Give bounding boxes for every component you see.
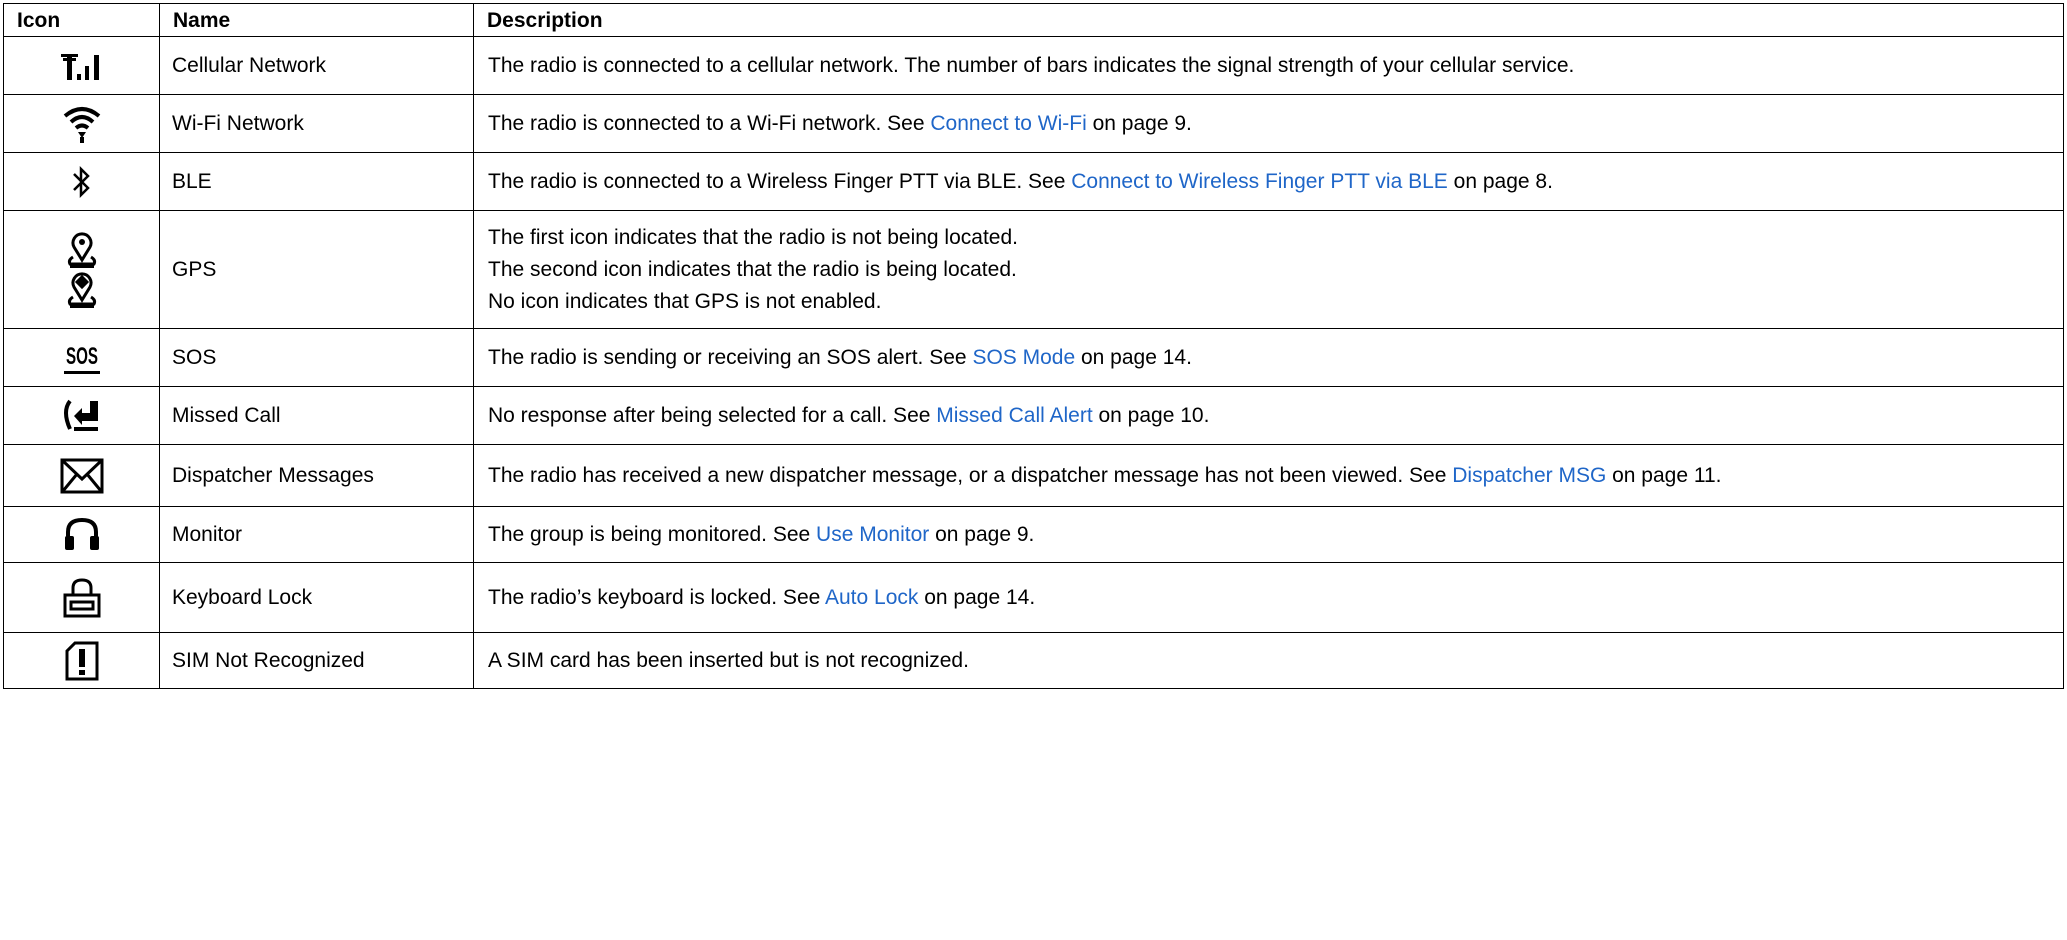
- status-icons-table: Icon Name Description Cellular Network T…: [3, 3, 2064, 689]
- row-description: A SIM card has been inserted but is not …: [473, 632, 2064, 689]
- row-description: The radio is sending or receiving an SOS…: [473, 328, 2064, 387]
- gps-not-locating-icon: [67, 231, 96, 268]
- row-name: Cellular Network: [159, 36, 474, 95]
- table-row: SOS SOS The radio is sending or receivin…: [3, 328, 2064, 387]
- link-auto-lock[interactable]: Auto Lock: [825, 586, 918, 609]
- row-name: Dispatcher Messages: [159, 444, 474, 507]
- row-description: The radio has received a new dispatcher …: [473, 444, 2064, 507]
- gps-locating-icon: [67, 271, 96, 308]
- table-row: BLE The radio is connected to a Wireless…: [3, 152, 2064, 211]
- link-dispatcher-msg[interactable]: Dispatcher MSG: [1452, 464, 1606, 487]
- link-sos-mode[interactable]: SOS Mode: [972, 346, 1075, 369]
- gps-line-1: The first icon indicates that the radio …: [488, 226, 1018, 249]
- link-connect-wireless-ptt[interactable]: Connect to Wireless Finger PTT via BLE: [1071, 170, 1448, 193]
- table-row: Missed Call No response after being sele…: [3, 386, 2064, 445]
- row-description: The radio is connected to a Wireless Fin…: [473, 152, 2064, 211]
- row-name: Monitor: [159, 506, 474, 563]
- wifi-icon: [63, 106, 100, 143]
- table-row: Keyboard Lock The radio’s keyboard is lo…: [3, 562, 2064, 633]
- row-name: SIM Not Recognized: [159, 632, 474, 689]
- row-description: The first icon indicates that the radio …: [473, 210, 2064, 329]
- row-name: GPS: [159, 210, 474, 329]
- header-description: Description: [473, 3, 2064, 37]
- row-name: Missed Call: [159, 386, 474, 445]
- missed-call-icon: [63, 399, 98, 431]
- headphones-icon: [64, 517, 99, 550]
- table-row: Wi-Fi Network The radio is connected to …: [3, 94, 2064, 153]
- table-header-row: Icon Name Description: [3, 3, 2064, 37]
- link-missed-call-alert[interactable]: Missed Call Alert: [936, 404, 1092, 427]
- header-name: Name: [159, 3, 474, 37]
- header-icon: Icon: [3, 3, 160, 37]
- row-description: The group is being monitored. See Use Mo…: [473, 506, 2064, 563]
- keyboard-lock-icon: [63, 577, 100, 617]
- gps-line-2: The second icon indicates that the radio…: [488, 258, 1017, 281]
- row-description: The radio’s keyboard is locked. See Auto…: [473, 562, 2064, 633]
- sos-icon-text: SOS: [66, 343, 98, 370]
- link-connect-wifi[interactable]: Connect to Wi-Fi: [930, 112, 1086, 135]
- gps-line-3: No icon indicates that GPS is not enable…: [488, 290, 882, 313]
- row-name: BLE: [159, 152, 474, 211]
- sos-icon: SOS: [63, 343, 100, 374]
- row-description: The radio is connected to a Wi-Fi networ…: [473, 94, 2064, 153]
- cellular-signal-icon: [60, 53, 99, 80]
- row-description: The radio is connected to a cellular net…: [473, 36, 2064, 95]
- table-row: GPS The first icon indicates that the ra…: [3, 210, 2064, 329]
- table-row: Cellular Network The radio is connected …: [3, 36, 2064, 95]
- table-row: Dispatcher Messages The radio has receiv…: [3, 444, 2064, 507]
- table-row: Monitor The group is being monitored. Se…: [3, 506, 2064, 563]
- row-description: No response after being selected for a c…: [473, 386, 2064, 445]
- table-row: SIM Not Recognized A SIM card has been i…: [3, 632, 2064, 689]
- row-name: Keyboard Lock: [159, 562, 474, 633]
- row-name: Wi-Fi Network: [159, 94, 474, 153]
- sim-alert-icon: [65, 641, 98, 680]
- bluetooth-icon: [72, 165, 90, 198]
- envelope-icon: [60, 458, 103, 493]
- row-name: SOS: [159, 328, 474, 387]
- link-use-monitor[interactable]: Use Monitor: [816, 523, 929, 546]
